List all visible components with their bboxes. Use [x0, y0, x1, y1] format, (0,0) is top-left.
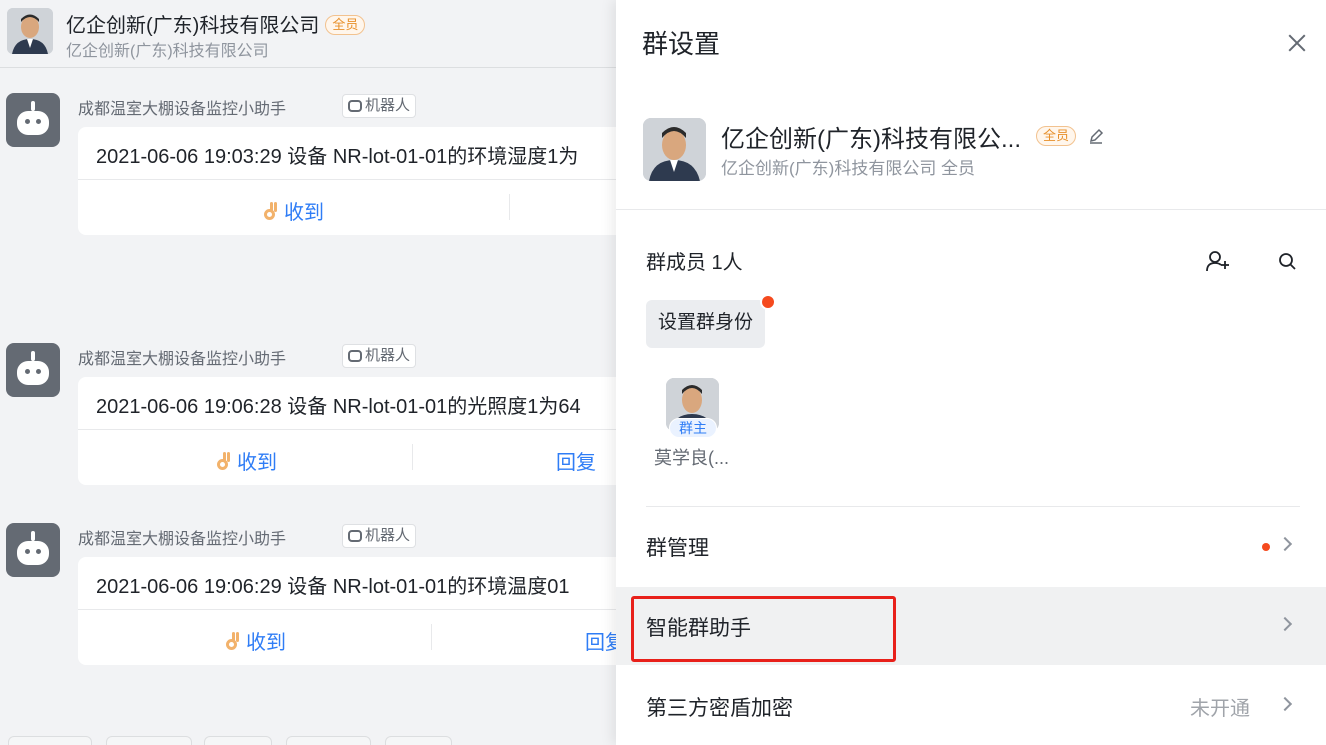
group-avatar[interactable] — [7, 8, 53, 54]
ack-button[interactable]: 收到 — [264, 196, 324, 225]
row-group-management[interactable]: 群管理 — [616, 507, 1326, 585]
close-icon[interactable] — [1288, 34, 1306, 52]
ok-hand-icon — [226, 632, 242, 652]
search-icon[interactable] — [1278, 252, 1298, 272]
chat-title: 亿企创新(广东)科技有限公司 全员 — [66, 9, 366, 38]
card-actions: 收到 回复 — [78, 610, 616, 665]
toolbar-chip[interactable] — [8, 736, 92, 745]
member-name[interactable]: 莫学良(... — [654, 444, 729, 470]
row-third-party-encryption[interactable]: 第三方密盾加密 未开通 — [616, 667, 1326, 745]
group-settings-panel: 群设置 亿企创新(广东)科技有限公... 全员 亿企创新(广东)科技有限公司 全… — [616, 0, 1326, 745]
chat-title-text: 亿企创新(广东)科技有限公司 — [66, 15, 320, 37]
row-smart-assistant[interactable]: 智能群助手 — [616, 587, 1326, 665]
ack-button[interactable]: 收到 — [226, 626, 286, 655]
chat-badge: 全员 — [325, 15, 366, 35]
notification-dot — [760, 294, 776, 310]
message-card: 2021-06-06 19:06:28 设备 NR-lot-01-01的光照度1… — [78, 377, 616, 485]
notification-dot — [1262, 543, 1270, 551]
group-badge: 全员 — [1036, 126, 1077, 146]
input-toolbar — [0, 736, 616, 745]
card-actions: 收到 回复 — [78, 430, 616, 485]
row-value: 未开通 — [1190, 698, 1250, 720]
chat-area: 亿企创新(广东)科技有限公司 全员 亿企创新(广东)科技有限公司 成都温室大棚设备… — [0, 0, 616, 745]
reply-button[interactable]: 回复 — [556, 446, 596, 475]
sender-name[interactable]: 成都温室大棚设备监控小助手 — [78, 525, 286, 549]
set-identity-button[interactable]: 设置群身份 — [646, 300, 766, 348]
toolbar-chip[interactable] — [286, 736, 371, 745]
toolbar-chip[interactable] — [106, 736, 192, 745]
row-label: 第三方密盾加密 — [646, 697, 793, 720]
row-label: 智能群助手 — [646, 617, 751, 640]
robot-icon — [348, 530, 362, 542]
divider — [616, 209, 1326, 210]
robot-icon — [348, 100, 362, 112]
ack-button[interactable]: 收到 — [217, 446, 277, 475]
edit-icon[interactable] — [1088, 128, 1104, 144]
robot-avatar-icon[interactable] — [6, 523, 60, 577]
chat-header: 亿企创新(广东)科技有限公司 全员 亿企创新(广东)科技有限公司 — [0, 0, 616, 68]
ok-hand-icon — [217, 452, 233, 472]
owner-badge: 群主 — [669, 418, 717, 438]
toolbar-chip[interactable] — [204, 736, 272, 745]
robot-avatar-icon[interactable] — [6, 343, 60, 397]
robot-icon — [348, 350, 362, 362]
message-text: 2021-06-06 19:06:29 设备 NR-lot-01-01的环境温度… — [96, 576, 570, 598]
ok-hand-icon — [264, 202, 280, 222]
add-member-icon[interactable] — [1206, 250, 1230, 272]
message-card: 2021-06-06 19:06:29 设备 NR-lot-01-01的环境温度… — [78, 557, 616, 665]
group-subtitle: 亿企创新(广东)科技有限公司 全员 — [721, 159, 976, 178]
robot-tag: 机器人 — [342, 94, 417, 118]
message-text: 2021-06-06 19:06:28 设备 NR-lot-01-01的光照度1… — [96, 396, 581, 418]
robot-avatar-icon[interactable] — [6, 93, 60, 147]
panel-title: 群设置 — [642, 29, 721, 59]
chevron-right-icon — [1277, 536, 1293, 552]
reply-button[interactable]: 回复 — [585, 626, 616, 655]
chevron-right-icon — [1277, 616, 1293, 632]
robot-tag: 机器人 — [342, 524, 417, 548]
chevron-right-icon — [1277, 696, 1293, 712]
sender-name[interactable]: 成都温室大棚设备监控小助手 — [78, 95, 286, 119]
group-avatar[interactable] — [643, 118, 706, 181]
card-actions: 收到 — [78, 180, 616, 235]
message-text: 2021-06-06 19:03:29 设备 NR-lot-01-01的环境湿度… — [96, 146, 579, 168]
chat-subtitle: 亿企创新(广东)科技有限公司 — [66, 43, 269, 60]
message-card: 2021-06-06 19:03:29 设备 NR-lot-01-01的环境湿度… — [78, 127, 616, 235]
row-label: 群管理 — [646, 537, 709, 560]
toolbar-chip[interactable] — [385, 736, 452, 745]
robot-tag: 机器人 — [342, 344, 417, 368]
members-title: 群成员 1人 — [646, 252, 743, 274]
sender-name[interactable]: 成都温室大棚设备监控小助手 — [78, 345, 286, 369]
group-name: 亿企创新(广东)科技有限公... — [721, 126, 1021, 153]
